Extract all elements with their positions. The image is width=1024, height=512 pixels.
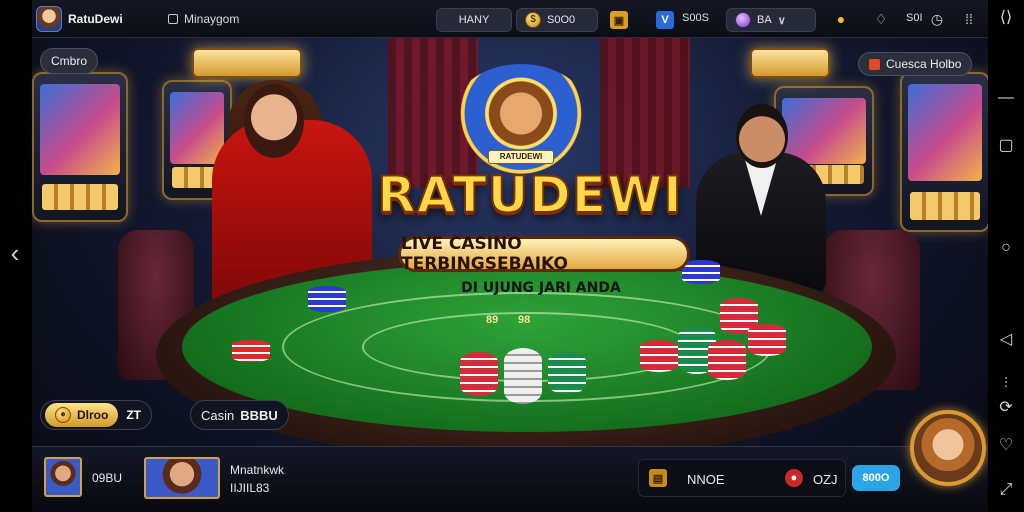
menu-chip-left-label: Cmbro	[51, 54, 88, 68]
dealer-woman-face	[244, 84, 304, 158]
slot-machine-1	[32, 72, 128, 222]
back-chevron-icon[interactable]: ‹	[4, 236, 26, 270]
search-pill[interactable]: HANY	[436, 8, 512, 32]
back-triangle-icon[interactable]: ◁	[996, 330, 1016, 350]
bottom-bar: 09BU Mnatnkwk IIJIIL83 ▤ NNOE ● OZJ 800O	[32, 446, 988, 512]
menu-chip-right-label: Cuesca Holbo	[886, 57, 962, 71]
chevron-v-icon: ∨	[777, 14, 786, 27]
host-avatar-button[interactable]	[910, 410, 986, 486]
chip-stack-blue-woman[interactable]	[308, 286, 346, 312]
location-pin-icon[interactable]: ●	[832, 10, 850, 28]
system-right-bar: ⟨⟩ — ▢ ○ ◁ ⋮ ⟳ ♡ ⤢	[988, 0, 1024, 512]
recents-square-icon[interactable]: ▢	[996, 136, 1016, 156]
chip-stack-blue-man[interactable]	[682, 260, 720, 284]
account-pill[interactable]: BA ∨	[726, 8, 816, 32]
dots-icon[interactable]: ⋮	[996, 372, 1016, 392]
game-title: RATUDEWI	[376, 165, 683, 225]
player2-sub: IIJIIL83	[230, 481, 270, 495]
coin-balance-value: S0O0	[547, 14, 576, 26]
search-pill-label: HANY	[458, 14, 490, 26]
felt-number-1: 89	[486, 314, 499, 326]
system-left-bar: ‹	[0, 0, 32, 512]
player1-value: 09BU	[92, 471, 123, 485]
slot-machine-4	[900, 72, 988, 232]
coin-icon: $	[525, 12, 541, 28]
pin-icon[interactable]: ♡	[996, 436, 1016, 456]
flag-icon	[869, 58, 880, 70]
gift-icon: ▤	[649, 469, 667, 487]
bonus-value: ZT	[126, 408, 142, 422]
cashin-control[interactable]: Casin BBBU	[190, 400, 289, 430]
chip-stack-red-2[interactable]	[640, 340, 678, 372]
cashin-label: Casin	[201, 407, 235, 423]
account-pill-label: BA	[757, 14, 772, 26]
rotate-icon[interactable]: ⟳	[996, 398, 1016, 418]
tab-secondary-label: Minaygom	[184, 12, 240, 26]
coin-icon: ●	[55, 407, 71, 423]
grid-menu-icon[interactable]: ⁞⁞	[960, 10, 978, 28]
wallet-value: OZJ	[813, 472, 838, 487]
player1-avatar[interactable]	[44, 457, 82, 497]
notification-count: S0I	[906, 12, 923, 24]
home-circle-icon[interactable]: ○	[996, 238, 1016, 258]
chip-stack-green[interactable]	[548, 352, 586, 394]
player2-title: Mnatnkwk	[230, 463, 285, 477]
chip-icon: ●	[785, 469, 803, 487]
minus-icon[interactable]: —	[996, 88, 1016, 108]
deposit-button[interactable]: 800O	[852, 465, 900, 491]
chip-stack-red-1[interactable]	[460, 352, 498, 396]
neon-sign-left	[192, 48, 302, 78]
felt-number-2: 98	[518, 314, 531, 326]
dealer-man-face	[736, 104, 788, 168]
menu-chip-left[interactable]: Cmbro	[40, 48, 99, 74]
username: RatuDewi	[68, 12, 123, 26]
crest-label: RATUDEWI	[488, 150, 554, 164]
wallet-label: NNOE	[687, 472, 725, 487]
chip-stack-white[interactable]	[504, 348, 542, 404]
chip-stack-red-5[interactable]	[748, 324, 786, 356]
clock-icon[interactable]: ◷	[928, 10, 946, 28]
square-icon	[168, 14, 178, 24]
gem-icon	[735, 12, 751, 28]
collapse-icon[interactable]: ⟨⟩	[996, 8, 1016, 28]
avatar	[36, 6, 62, 32]
bell-icon[interactable]: ♢	[872, 10, 890, 28]
coin-balance[interactable]: $ S0O0	[516, 8, 598, 32]
expand-icon[interactable]: ⤢	[996, 480, 1016, 500]
chip-stack-red-3[interactable]	[708, 340, 746, 380]
v-badge-value: S00S	[682, 12, 709, 24]
menu-chip-right[interactable]: Cuesca Holbo	[858, 52, 973, 76]
chip-stack-red-small[interactable]	[232, 340, 270, 362]
tab-secondary[interactable]: Minaygom	[168, 10, 239, 28]
bonus-label: Dlroo	[77, 408, 109, 422]
profile-button[interactable]: RatuDewi	[36, 4, 156, 34]
neon-sign-right	[750, 48, 830, 78]
cashin-value: BBBU	[240, 407, 278, 423]
top-bar: RatuDewi Minaygom HANY $ S0O0 ▣ V S00S B…	[32, 0, 988, 38]
bonus-control[interactable]: ● Dlroo ZT	[40, 400, 153, 430]
v-badge-icon[interactable]: V	[656, 11, 674, 29]
wallet-panel[interactable]: ▤ NNOE ● OZJ	[638, 459, 846, 497]
treasure-icon[interactable]: ▣	[610, 11, 628, 29]
title-banner: LIVE CASINO TERBINGSEBAIKO	[398, 234, 690, 274]
bonus-pill[interactable]: ● Dlroo	[45, 403, 119, 427]
game-stage: 89 98 RATUDEWI RATUDEWI LIVE CASINO TERB…	[32, 0, 988, 512]
title-subtitle: DI UJUNG JARI ANDA	[461, 280, 621, 296]
player2-avatar[interactable]	[144, 457, 220, 499]
